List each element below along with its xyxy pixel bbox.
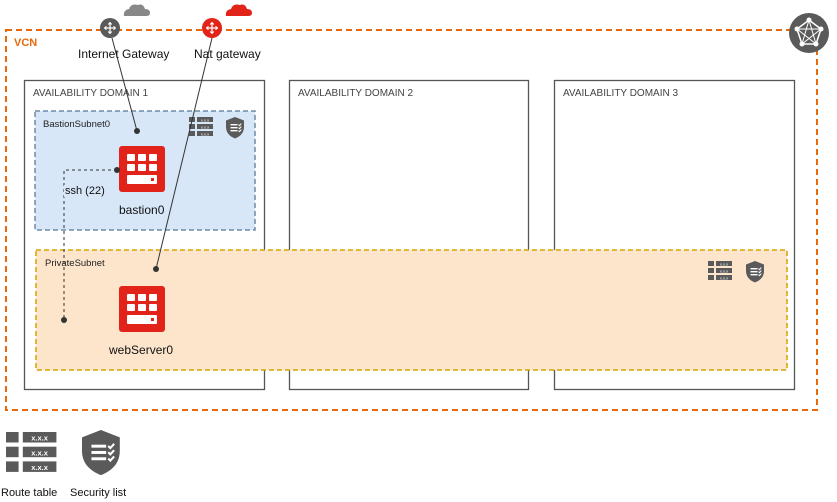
internet-gateway-icon [100,18,120,38]
webserver-instance-icon[interactable] [119,286,165,332]
nat-gateway-icon [202,18,222,38]
vcn-network-icon [789,13,829,53]
internet-gateway-label: Internet Gateway [78,47,170,61]
legend-security-list-label: Security list [70,487,127,499]
legend-route-table-label: Route table [1,487,58,499]
ssh-connection-start-endpoint [114,167,120,173]
nat-gateway-label: Nat gateway [194,47,261,61]
availability-domain-1-label: AVAILABILITY DOMAIN 1 [33,88,149,99]
bastion-subnet-label: BastionSubnet0 [43,119,111,130]
svg-text:x.x.x: x.x.x [31,434,49,443]
bastion-instance-icon[interactable] [119,146,165,192]
svg-text:x.x.x: x.x.x [720,275,728,280]
webserver-instance-label: webServer0 [109,343,174,357]
svg-text:x.x.x: x.x.x [31,463,49,472]
svg-text:x.x.x: x.x.x [31,448,49,457]
ssh-connection-label: ssh (22) [64,185,106,197]
internet-gateway-route-endpoint [134,128,140,134]
vcn-label: VCN [14,37,38,49]
bastion-instance-label: bastion0 [119,203,165,217]
ssh-connection-end-endpoint [61,317,67,323]
availability-domain-2-label: AVAILABILITY DOMAIN 2 [298,88,414,99]
legend-route-table-icon: x.x.x x.x.x x.x.x [6,432,57,472]
private-subnet-label: PrivateSubnet [45,258,105,269]
svg-text:x.x.x: x.x.x [201,131,209,136]
availability-domain-3-label: AVAILABILITY DOMAIN 3 [563,88,679,99]
private-route-table-icon: x.x.x x.x.x x.x.x [708,261,732,280]
svg-text:x.x.x: x.x.x [201,124,209,129]
svg-text:x.x.x: x.x.x [720,261,728,266]
nat-cloud-icon [225,4,252,16]
legend-security-list-icon [80,428,121,477]
svg-text:x.x.x: x.x.x [201,117,209,122]
nat-gateway-route-endpoint [153,266,159,272]
svg-text:x.x.x: x.x.x [720,268,728,273]
internet-cloud-icon [123,4,150,16]
diagram-canvas: x.x.x x.x.x x.x.x x.x.x x.x.x x.x.x x.x.… [5,4,829,477]
